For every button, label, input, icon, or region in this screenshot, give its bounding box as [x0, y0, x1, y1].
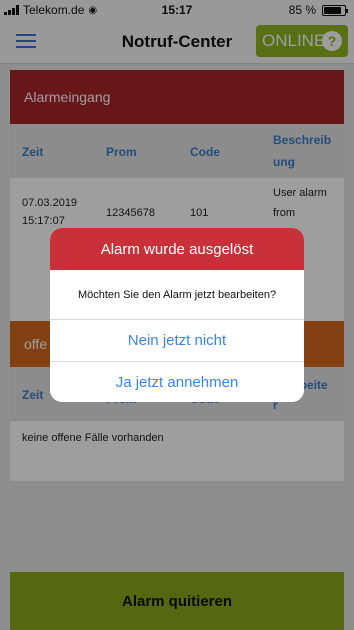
alarm-dialog: Alarm wurde ausgelöst Möchten Sie den Al…	[50, 228, 304, 402]
accept-button[interactable]: Ja jetzt annehmen	[50, 361, 304, 402]
decline-button[interactable]: Nein jetzt nicht	[50, 320, 304, 361]
dialog-title: Alarm wurde ausgelöst	[50, 228, 304, 270]
dialog-message: Möchten Sie den Alarm jetzt bearbeiten?	[50, 270, 304, 320]
